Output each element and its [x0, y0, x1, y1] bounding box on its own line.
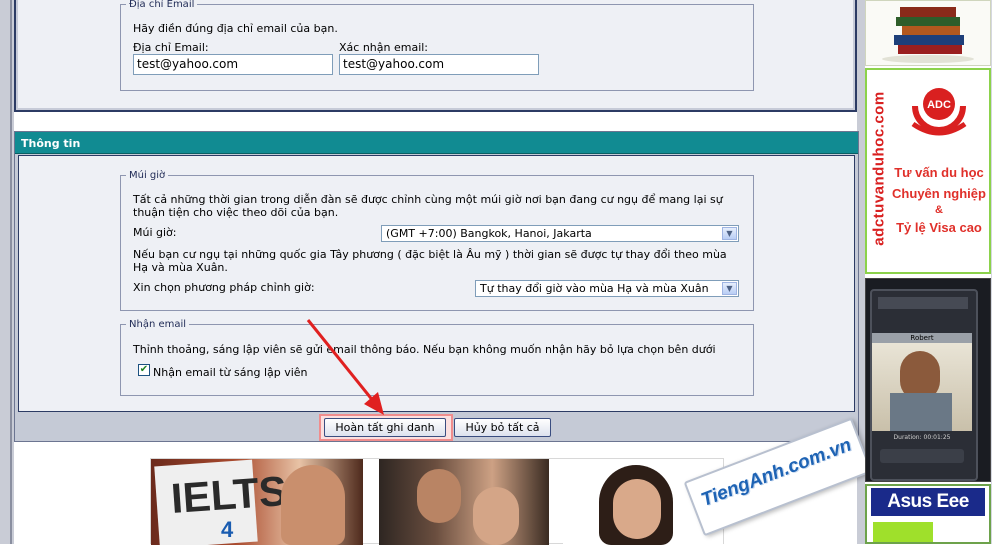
phone-toolbar	[878, 297, 968, 309]
email-pref-legend: Nhận email	[129, 319, 187, 330]
confirm-email-label: Xác nhận email:	[339, 41, 429, 54]
ielts-book-photo: IELTS 4	[151, 459, 363, 545]
info-section-title: Thông tin	[15, 132, 858, 154]
phone-call-duration: Duration: 00:01:25	[893, 434, 951, 441]
adc-badge: ADC	[927, 99, 951, 111]
email-instruction: Hãy điền đúng địa chỉ email của bạn.	[133, 22, 338, 35]
timezone-description: Tất cả những thời gian trong diễn đàn sẽ…	[133, 193, 723, 219]
annotation-arrow-icon	[306, 319, 384, 415]
watermark-text: TiengAnh.com.vn	[698, 434, 855, 512]
adc-vertical-url: adctuvanduhoc.com	[870, 91, 888, 246]
course-photo-banner[interactable]: IELTS 4	[150, 458, 724, 545]
adc-line-1: Tư vấn du học	[894, 165, 984, 180]
ielts-book-title: IELTS	[169, 467, 289, 522]
students-headphones-photo	[379, 459, 549, 545]
email-input[interactable]: test@yahoo.com	[133, 54, 333, 75]
receive-email-label[interactable]: Nhận email từ sáng lập viên	[153, 366, 308, 379]
adc-line-2: Chuyên nghiệp	[892, 186, 986, 201]
ielts-book-number: 4	[221, 517, 234, 542]
asus-laptop-image	[873, 522, 933, 542]
chevron-down-icon[interactable]: ▼	[722, 282, 737, 295]
email-label: Địa chỉ Email:	[133, 41, 209, 54]
reset-all-button[interactable]: Hủy bỏ tất cả	[454, 418, 551, 437]
left-page-border	[0, 0, 14, 544]
phone-contact-name: Robert	[872, 333, 972, 343]
dst-label: Xin chọn phương pháp chỉnh giờ:	[133, 281, 315, 294]
adc-line-3: Tỷ lệ Visa cao	[896, 220, 982, 235]
timezone-select-value: (GMT +7:00) Bangkok, Hanoi, Jakarta	[386, 227, 592, 240]
timezone-label: Múi giờ:	[133, 226, 177, 239]
books-ad[interactable]	[865, 0, 991, 66]
adc-ampersand: &	[935, 204, 943, 216]
adc-logo-icon: ADC	[911, 88, 967, 136]
phone-video-call-ad[interactable]: Robert Duration: 00:01:25	[865, 278, 991, 482]
asus-ad-title: Asus Eee $325	[871, 488, 985, 540]
adc-study-abroad-ad[interactable]: adctuvanduhoc.com ADC Tư vấn du học Chuy…	[865, 68, 991, 274]
phone-video-frame	[872, 343, 972, 431]
chevron-down-icon[interactable]: ▼	[722, 227, 737, 240]
timezone-select[interactable]: (GMT +7:00) Bangkok, Hanoi, Jakarta ▼	[381, 225, 739, 242]
dst-select[interactable]: Tự thay đổi giờ vào mùa Hạ và mùa Xuân ▼	[475, 280, 739, 297]
email-fieldset: Địa chỉ Email	[120, 0, 754, 91]
email-pref-description: Thỉnh thoảng, sáng lập viên sẽ gửi email…	[133, 343, 716, 356]
phone-body: Robert Duration: 00:01:25	[870, 289, 978, 481]
email-legend: Địa chỉ Email	[129, 0, 195, 10]
phone-controls	[880, 449, 964, 463]
confirm-email-input[interactable]: test@yahoo.com	[339, 54, 539, 75]
book-stack-icon	[882, 7, 974, 63]
timezone-legend: Múi giờ	[129, 170, 166, 181]
receive-email-checkbox[interactable]: ✔	[138, 364, 150, 376]
asus-eee-ad[interactable]: Asus Eee $325	[865, 484, 991, 544]
dst-description: Nếu bạn cư ngụ tại những quốc gia Tây ph…	[133, 248, 727, 274]
dst-select-value: Tự thay đổi giờ vào mùa Hạ và mùa Xuân	[480, 282, 709, 295]
right-page-border	[991, 0, 1007, 544]
email-pref-fieldset: Nhận email	[120, 319, 754, 396]
